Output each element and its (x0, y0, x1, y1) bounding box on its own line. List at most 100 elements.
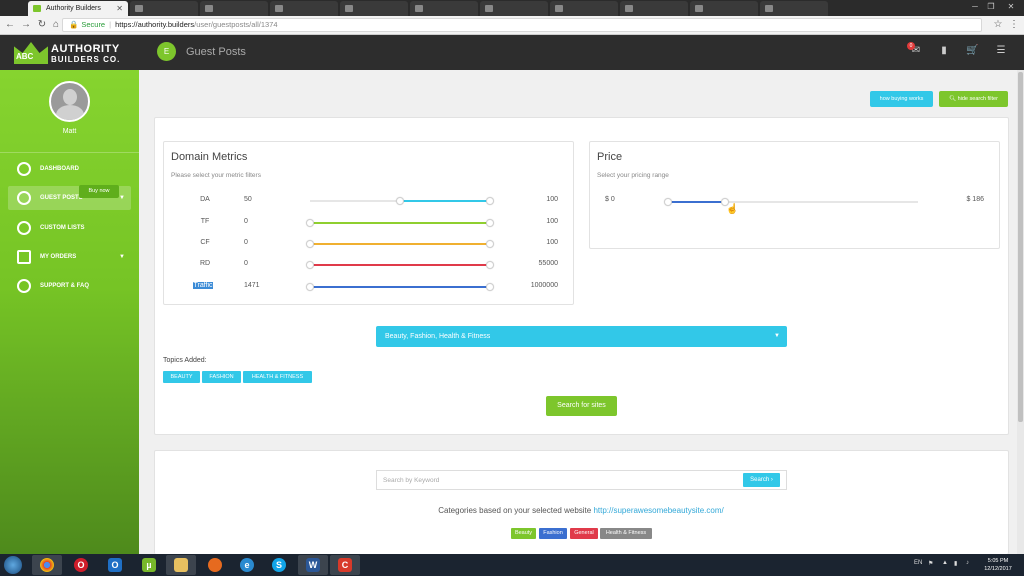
slider-handle-min[interactable] (306, 261, 314, 269)
keyword-search-button[interactable]: Search › (743, 473, 780, 487)
slider-handle-min[interactable] (306, 240, 314, 248)
sidebar-item-support-faq[interactable]: SUPPORT & FAQ (8, 274, 131, 298)
slider-handle-min[interactable] (396, 197, 404, 205)
close-tab-icon[interactable]: ✕ (116, 1, 123, 16)
page-badge: E (157, 42, 176, 61)
metric-range-slider[interactable] (306, 261, 494, 269)
browser-tab[interactable] (690, 1, 758, 16)
domain-metrics-title: Domain Metrics (171, 151, 248, 163)
metric-label: DA (200, 196, 210, 203)
browser-tab[interactable] (760, 1, 828, 16)
page-scrollbar[interactable] (1017, 70, 1024, 554)
favicon-icon (205, 5, 213, 12)
close-window-icon[interactable]: ✕ (1004, 2, 1018, 11)
back-icon[interactable]: ← (4, 19, 16, 31)
avatar[interactable] (49, 81, 90, 122)
browser-tab[interactable] (480, 1, 548, 16)
url-bar[interactable]: 🔒 Secure | https://authority.builders/user/… (62, 18, 982, 32)
signal-icon[interactable]: ▮ (954, 560, 957, 567)
slider-handle-min[interactable] (664, 198, 672, 206)
metric-range-slider[interactable] (306, 240, 494, 248)
avatar-head (63, 89, 77, 105)
network-icon[interactable]: ▲ (942, 560, 948, 566)
favicon-icon (485, 5, 493, 12)
home-icon[interactable]: ⌂ (50, 19, 62, 31)
metric-row-da: DA 50 100 (163, 194, 573, 208)
volume-icon[interactable]: ♪ (966, 560, 969, 566)
metric-row-cf: CF 0 100 (163, 237, 573, 251)
browser-tab[interactable] (410, 1, 478, 16)
categories-site-link[interactable]: http://superawesomebeautysite.com/ (593, 506, 723, 515)
slider-handle-max[interactable] (486, 283, 494, 291)
taskbar-chrome[interactable] (32, 555, 62, 575)
keyword-search-input[interactable]: Search by Keyword (376, 470, 787, 490)
search-icon: 🔍︎ (949, 96, 958, 102)
topic-tag-beauty[interactable]: BEAUTY (163, 371, 200, 383)
how-buying-works-button[interactable]: how buying works (870, 91, 933, 107)
metric-max-value: 100 (546, 196, 558, 203)
slider-handle-max[interactable] (486, 197, 494, 205)
taskbar-skype[interactable]: S (264, 555, 294, 575)
price-range-slider[interactable] (664, 198, 918, 206)
taskbar-opera[interactable]: O (66, 555, 96, 575)
utorrent-icon: µ (142, 558, 156, 572)
gear-icon (17, 221, 31, 235)
taskbar-word[interactable]: W (298, 555, 328, 575)
taskbar-outlook[interactable]: O (100, 555, 130, 575)
slider-handle-min[interactable] (306, 283, 314, 291)
browser-tab[interactable] (270, 1, 338, 16)
metric-range-slider[interactable] (306, 283, 494, 291)
taskbar-app[interactable]: e (232, 555, 262, 575)
metric-min-value: 0 (244, 218, 248, 225)
language-indicator[interactable]: EN (914, 560, 922, 566)
sidebar-item-custom-lists[interactable]: CUSTOM LISTS (8, 216, 131, 240)
bookmark-star-icon[interactable]: ☆ (992, 19, 1004, 31)
hide-search-filter-button[interactable]: 🔍︎ hide search filter (939, 91, 1008, 107)
windows-taskbar: O O µ e S W C EN ⚑ ▲ ▮ ♪ 5:05 PM 12/12/2… (0, 554, 1024, 576)
tab-label: Authority Builders (46, 5, 101, 12)
slider-handle-max[interactable] (486, 261, 494, 269)
flag-icon[interactable]: ⚑ (928, 560, 933, 567)
camtasia-icon: C (338, 558, 352, 572)
favicon-icon (765, 5, 773, 12)
taskbar-utorrent[interactable]: µ (134, 555, 164, 575)
browser-tab[interactable] (200, 1, 268, 16)
browser-tab[interactable] (130, 1, 198, 16)
slider-handle-max[interactable] (486, 240, 494, 248)
cart-icon[interactable]: 🛒 (966, 45, 978, 56)
taskbar-camtasia[interactable]: C (330, 555, 360, 575)
firefox-icon (208, 558, 222, 572)
taskbar-explorer[interactable] (166, 555, 196, 575)
scrollbar-thumb[interactable] (1018, 72, 1023, 422)
browser-menu-icon[interactable]: ⋮ (1008, 19, 1020, 31)
start-button-icon[interactable] (4, 556, 22, 574)
category-tag-fashion: Fashion (539, 528, 567, 539)
sidebar-item-my-orders[interactable]: MY ORDERS ▼ (8, 245, 131, 269)
list-menu-icon[interactable]: ☰ (995, 45, 1007, 56)
buy-now-badge[interactable]: Buy now (79, 185, 119, 198)
bookmark-icon[interactable]: ▮ (938, 45, 950, 56)
reload-icon[interactable]: ↻ (36, 19, 48, 31)
topics-dropdown[interactable]: Beauty, Fashion, Health & Fitness ▼ (376, 326, 787, 347)
taskbar-firefox[interactable] (200, 555, 230, 575)
maximize-icon[interactable]: ❐ (984, 2, 998, 11)
metric-range-slider[interactable] (306, 219, 494, 227)
browser-tab[interactable] (620, 1, 688, 16)
slider-handle-min[interactable] (306, 219, 314, 227)
topic-tag-health-fitness[interactable]: HEALTH & FITNESS (243, 371, 312, 383)
favicon-icon (33, 5, 41, 12)
search-for-sites-button[interactable]: Search for sites (546, 396, 617, 416)
metric-range-slider[interactable] (310, 197, 494, 205)
favicon-icon (135, 5, 143, 12)
minimize-icon[interactable]: ─ (968, 2, 982, 11)
slider-handle-max[interactable] (486, 219, 494, 227)
sidebar-item-dashboard[interactable]: DASHBOARD (8, 157, 131, 181)
taskbar-clock[interactable]: 5:05 PM 12/12/2017 (978, 557, 1018, 573)
browser-tab[interactable] (550, 1, 618, 16)
forward-icon[interactable]: → (20, 19, 32, 31)
browser-tab[interactable] (340, 1, 408, 16)
chevron-down-icon: ▼ (119, 195, 125, 201)
clock-time: 5:05 PM (987, 558, 1009, 564)
topic-tag-fashion[interactable]: FASHION (202, 371, 241, 383)
browser-tab-authority-builders[interactable]: Authority Builders ✕ (28, 1, 128, 16)
